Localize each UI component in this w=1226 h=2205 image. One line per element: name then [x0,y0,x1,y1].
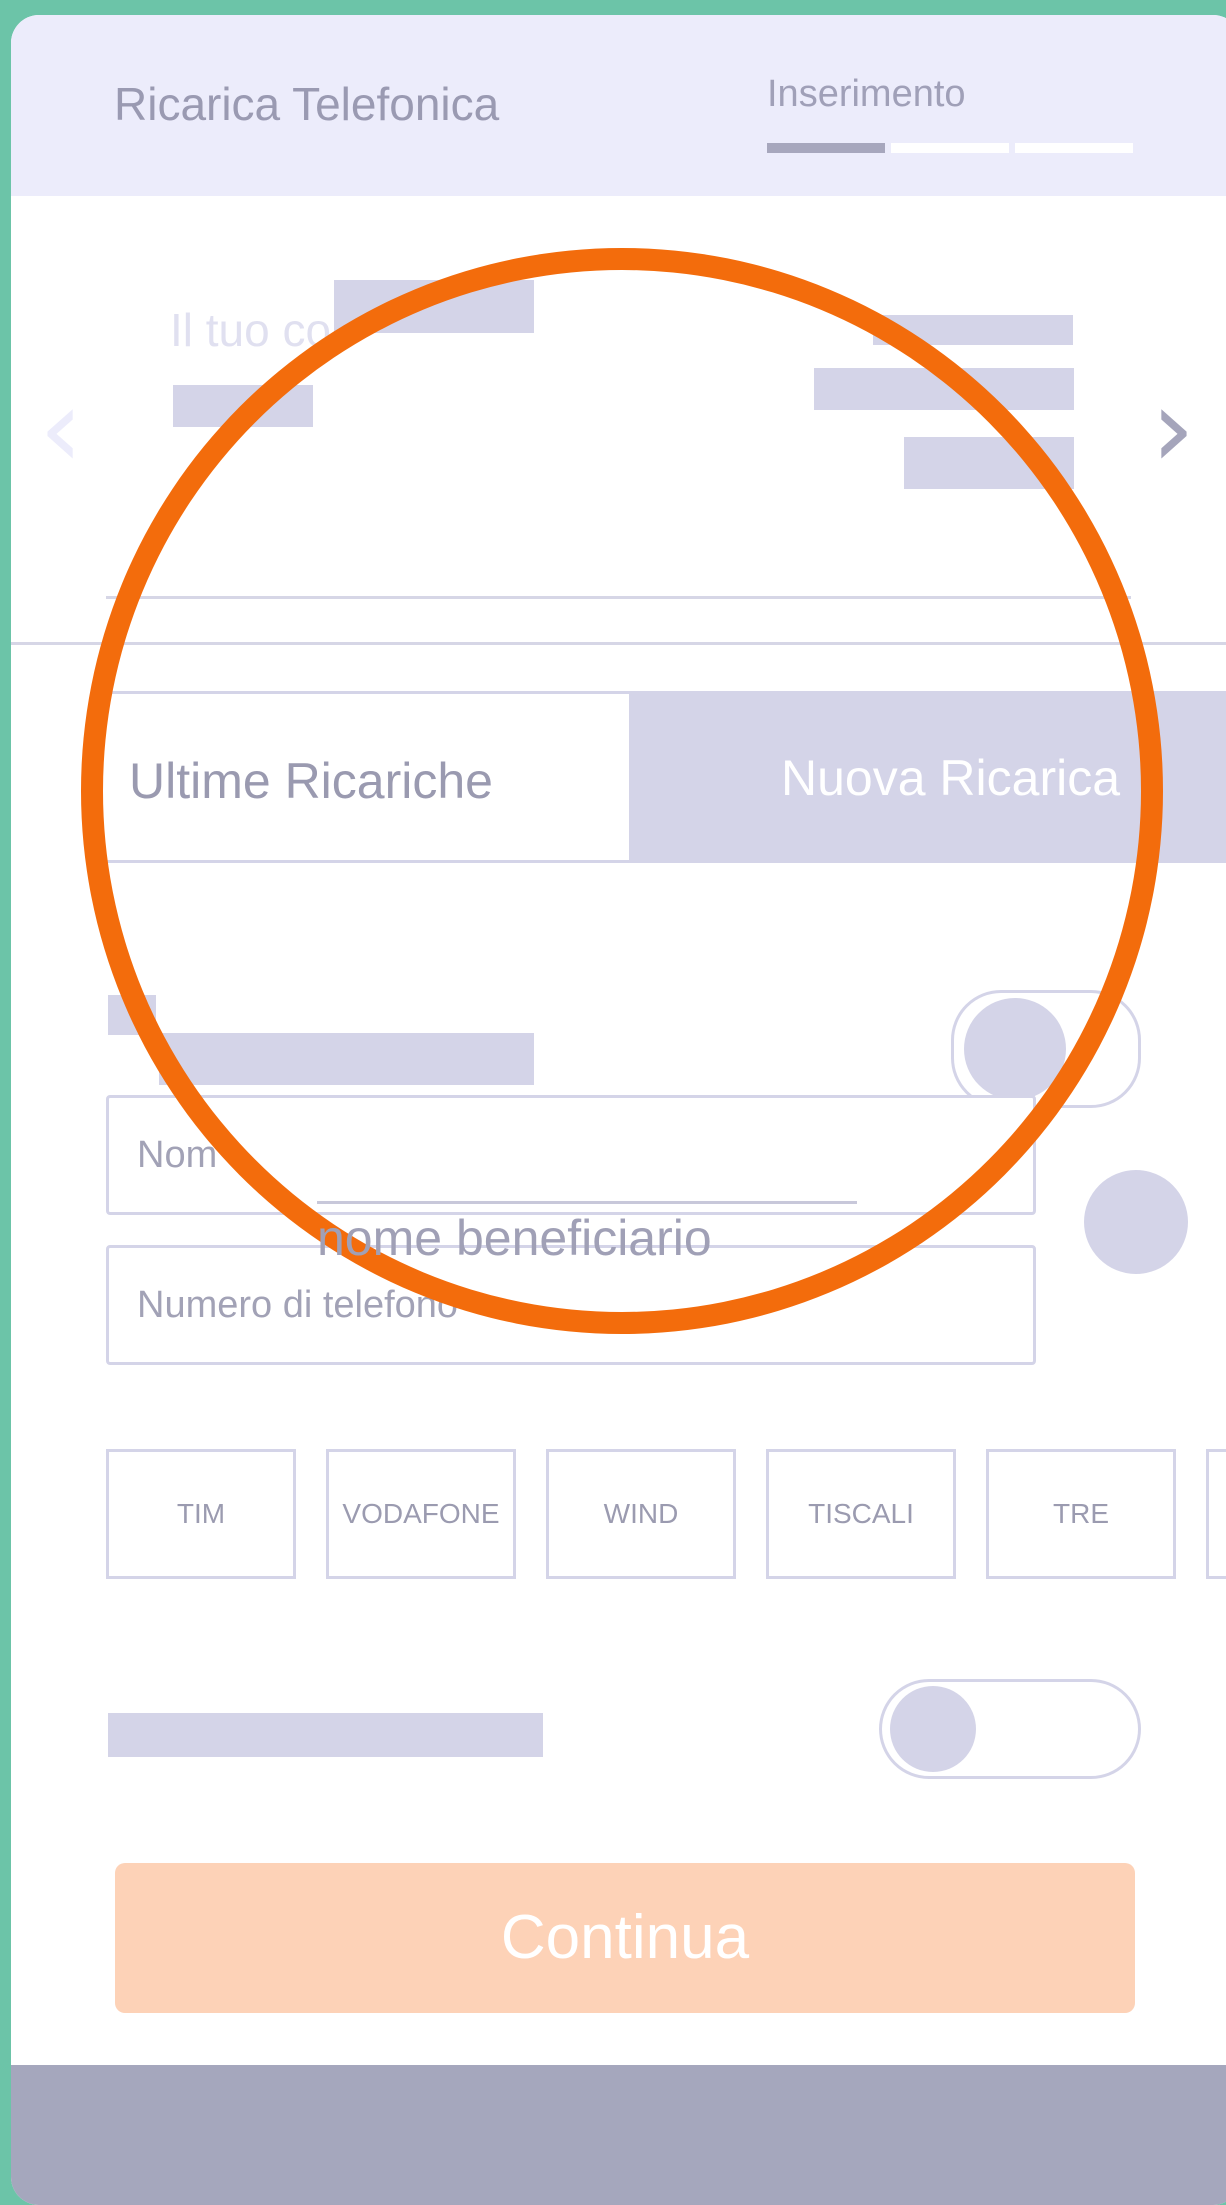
operator-tiscali[interactable]: TISCALI [766,1449,956,1579]
step-progress-segment-3 [1015,143,1133,153]
name-placeholder: Nom [137,1134,218,1176]
contacts-button[interactable] [1084,1170,1188,1274]
operator-wind[interactable]: WIND [546,1449,736,1579]
continue-button[interactable]: Continua [115,1863,1135,2013]
magnified-name-label: nome beneficiario [317,1210,712,1266]
app-card: Ricarica Telefonica Inserimento Il tuo c… [11,15,1226,2205]
operator-tre[interactable]: TRE [986,1449,1176,1579]
step-progress-segment-2 [891,143,1009,153]
footer-bar [11,2065,1226,2205]
magnifier-ring [81,248,1163,1334]
option-label-placeholder [108,1713,543,1757]
operator-tim[interactable]: TIM [106,1449,296,1579]
operator-more[interactable] [1206,1449,1226,1579]
option-toggle[interactable] [879,1679,1141,1779]
option-toggle-knob [890,1686,976,1772]
step-progress-segment-1 [767,143,885,153]
operator-vodafone[interactable]: VODAFONE [326,1449,516,1579]
chevron-right-icon[interactable]: › [1151,373,1195,483]
chevron-left-icon[interactable]: ‹ [39,373,83,483]
page-title: Ricarica Telefonica [114,78,500,130]
step-label: Inserimento [767,73,966,115]
